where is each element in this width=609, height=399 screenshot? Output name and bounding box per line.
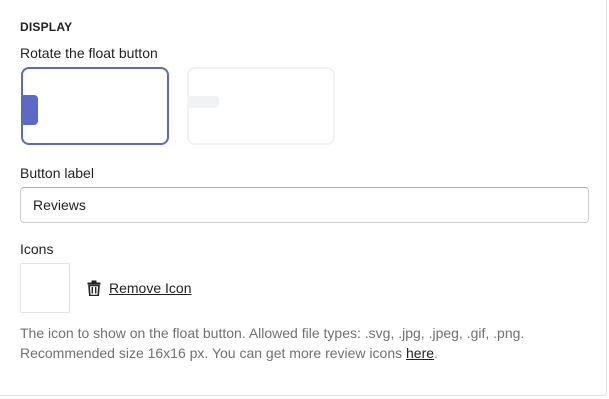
review-icons-link[interactable]: here <box>406 345 434 361</box>
help-text-end: . <box>434 345 438 361</box>
vertical-tab-preview <box>21 95 38 125</box>
rotate-option-vertical[interactable] <box>21 67 169 145</box>
help-text-line-2: Recommended size 16x16 px. You can get m… <box>20 345 406 361</box>
icon-upload-preview[interactable] <box>20 263 70 313</box>
horizontal-tab-preview <box>189 96 219 108</box>
remove-icon-label: Remove Icon <box>109 280 192 296</box>
icons-help-text: The icon to show on the float button. Al… <box>20 323 590 363</box>
trash-icon <box>86 280 102 297</box>
icons-label: Icons <box>20 241 54 257</box>
display-settings-panel: DISPLAY Rotate the float button Button l… <box>0 0 607 396</box>
rotate-label: Rotate the float button <box>20 45 158 61</box>
help-text-line-1: The icon to show on the float button. Al… <box>20 325 525 341</box>
remove-icon-button[interactable]: Remove Icon <box>86 278 191 298</box>
rotate-option-horizontal[interactable] <box>187 67 335 145</box>
section-heading: DISPLAY <box>20 20 73 34</box>
button-label-input[interactable] <box>20 187 589 223</box>
button-label-title: Button label <box>20 165 94 181</box>
